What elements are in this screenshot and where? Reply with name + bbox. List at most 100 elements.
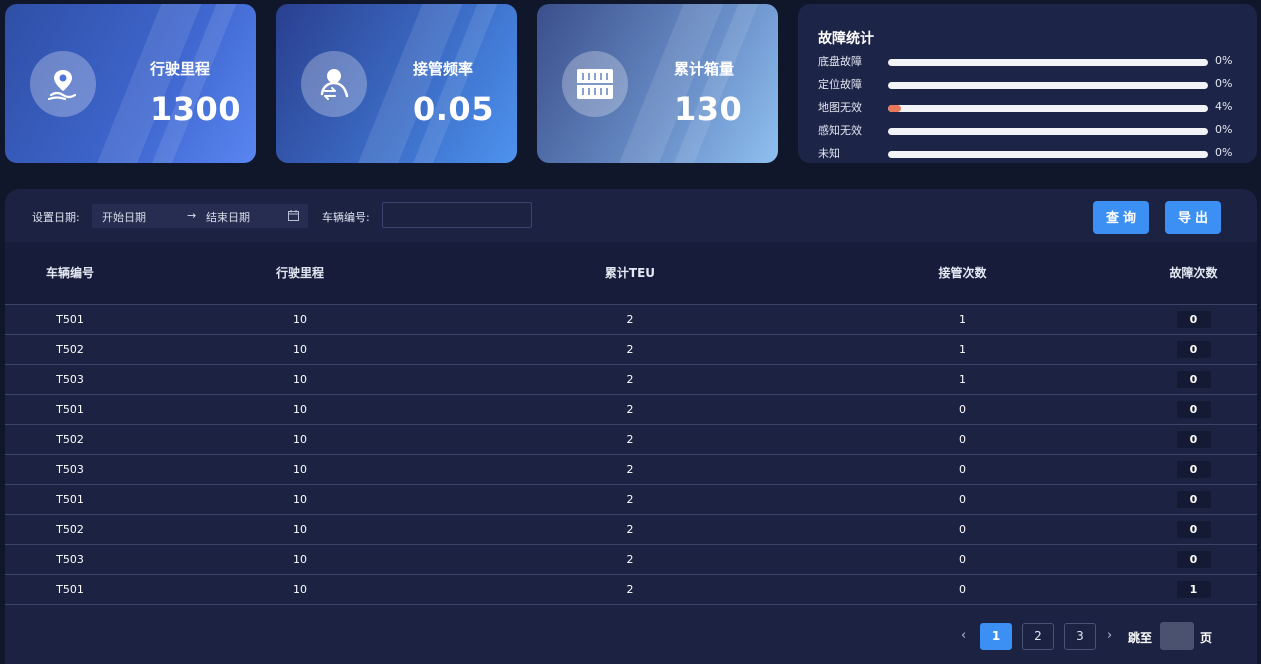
fault-bar-fill: [888, 105, 901, 112]
fault-bar-track: [888, 128, 1208, 135]
table-row: T502 10 2 1 0: [5, 334, 1257, 365]
user-swap-icon: [301, 51, 367, 117]
table-cell: 10: [135, 454, 465, 486]
records-panel: 设置日期: 开始日期 → 结束日期 车辆编号: 查询 导出 车辆编号 行驶里程 …: [5, 189, 1257, 664]
jump-to-label: 跳至: [1128, 631, 1153, 645]
table-row: T503 10 2 1 0: [5, 364, 1257, 395]
table-cell: 10: [135, 574, 465, 606]
date-label: 设置日期:: [32, 211, 80, 224]
table-header-row: 车辆编号 行驶里程 累计TEU 接管次数 故障次数: [5, 242, 1257, 305]
fault-count-cell: 0: [1130, 484, 1257, 516]
table-cell: 10: [135, 514, 465, 546]
fault-count-cell: 0: [1130, 304, 1257, 335]
fault-row: 未知 0%: [818, 145, 1248, 161]
table-cell: 2: [465, 454, 795, 486]
table-cell: 0: [795, 424, 1130, 455]
fault-count-cell: 0: [1130, 334, 1257, 365]
table-cell: T501: [5, 574, 135, 606]
table-cell: 10: [135, 544, 465, 576]
table-cell: T503: [5, 454, 135, 486]
table-row: T501 10 2 0 0: [5, 394, 1257, 425]
table-cell: 2: [465, 574, 795, 606]
page-button-3[interactable]: 3: [1064, 623, 1096, 650]
calendar-icon[interactable]: [288, 210, 299, 221]
table-cell: 2: [465, 394, 795, 425]
table-row: T503 10 2 0 0: [5, 544, 1257, 576]
table-cell: T502: [5, 514, 135, 546]
table-cell: T502: [5, 424, 135, 455]
fault-percent: 0%: [1215, 146, 1233, 159]
fault-stats-card: 故障统计 底盘故障 0% 定位故障 0% 地图无效 4% 感知无效 0% 未知 …: [798, 4, 1257, 163]
table-cell: 0: [795, 514, 1130, 546]
fault-count-cell: 0: [1130, 394, 1257, 425]
column-header: 车辆编号: [5, 242, 135, 305]
table-cell: 2: [465, 304, 795, 335]
fault-count-cell: 1: [1130, 574, 1257, 606]
table-cell: 1: [795, 304, 1130, 335]
table-row: T501 10 2 0 1: [5, 574, 1257, 606]
table-cell: 10: [135, 334, 465, 365]
fault-name: 底盘故障: [818, 55, 862, 68]
fault-count-badge: 0: [1176, 310, 1211, 328]
prev-page-button[interactable]: ‹: [961, 628, 966, 643]
fault-count-badge: 0: [1176, 491, 1211, 509]
date-range-picker[interactable]: 开始日期 → 结束日期: [92, 204, 308, 228]
vehicle-label: 车辆编号:: [322, 211, 370, 224]
fault-count-cell: 0: [1130, 424, 1257, 455]
fault-bar-track: [888, 59, 1208, 66]
stat-value: 1300: [150, 90, 242, 128]
fault-row: 感知无效 0%: [818, 122, 1248, 138]
fault-stats-title: 故障统计: [818, 31, 874, 47]
table-row: T502 10 2 0 0: [5, 514, 1257, 546]
export-button[interactable]: 导出: [1165, 201, 1221, 234]
fault-bar-track: [888, 151, 1208, 158]
container-icon: [562, 51, 628, 117]
pagination: ‹ 1 2 3 › 跳至 页: [5, 622, 1257, 653]
stat-value: 0.05: [413, 90, 494, 128]
fault-count-cell: 0: [1130, 454, 1257, 486]
table-row: T501 10 2 0 0: [5, 484, 1257, 516]
table-row: T503 10 2 0 0: [5, 454, 1257, 486]
vehicle-input[interactable]: [382, 202, 532, 228]
table-cell: T501: [5, 484, 135, 516]
takeover-card: 接管频率 0.05: [276, 4, 517, 163]
fault-count-badge: 0: [1176, 521, 1211, 539]
column-header: 故障次数: [1130, 242, 1257, 305]
table-cell: 0: [795, 484, 1130, 516]
fault-count-badge: 0: [1176, 370, 1211, 388]
table-cell: T502: [5, 334, 135, 365]
page-button-2[interactable]: 2: [1022, 623, 1054, 650]
fault-name: 感知无效: [818, 124, 862, 137]
fault-name: 未知: [818, 147, 840, 160]
fault-count-badge: 0: [1176, 340, 1211, 358]
fault-percent: 4%: [1215, 100, 1233, 113]
table-cell: T501: [5, 394, 135, 425]
start-date-field[interactable]: 开始日期: [102, 209, 146, 225]
table-cell: 10: [135, 394, 465, 425]
table-cell: 0: [795, 454, 1130, 486]
column-header: 接管次数: [795, 242, 1130, 305]
table-cell: 2: [465, 514, 795, 546]
fault-percent: 0%: [1215, 77, 1233, 90]
table-cell: 0: [795, 544, 1130, 576]
page-jump-input[interactable]: [1160, 622, 1194, 650]
records-table: 车辆编号 行驶里程 累计TEU 接管次数 故障次数 T501 10 2 1 0 T502 1…: [5, 242, 1257, 606]
column-header: 累计TEU: [465, 242, 795, 305]
page-suffix-label: 页: [1200, 631, 1213, 645]
fault-count-badge: 0: [1176, 461, 1211, 479]
table-cell: 1: [795, 334, 1130, 365]
stat-label: 累计箱量: [674, 60, 735, 78]
stat-value: 130: [674, 90, 743, 128]
table-cell: T501: [5, 304, 135, 335]
fault-count-cell: 0: [1130, 544, 1257, 576]
next-page-button[interactable]: ›: [1107, 628, 1112, 643]
mileage-card: 行驶里程 1300: [5, 4, 256, 163]
end-date-field[interactable]: 结束日期: [206, 209, 250, 225]
table-cell: 2: [465, 334, 795, 365]
page-button-1[interactable]: 1: [980, 623, 1012, 650]
filter-bar: 设置日期: 开始日期 → 结束日期 车辆编号: 查询 导出: [5, 189, 1257, 242]
query-button[interactable]: 查询: [1093, 201, 1149, 234]
table-cell: T503: [5, 544, 135, 576]
table-cell: 1: [795, 364, 1130, 395]
fault-bar-track: [888, 105, 1208, 112]
